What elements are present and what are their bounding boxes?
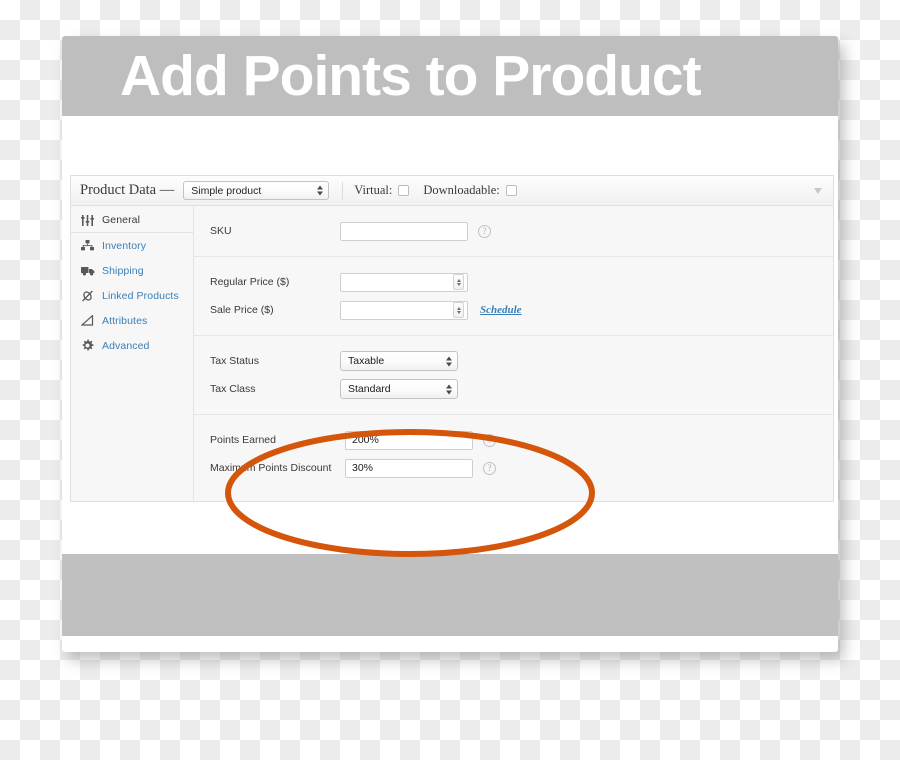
field-group-sku: SKU ? bbox=[194, 206, 833, 257]
spinner-icon[interactable] bbox=[453, 302, 464, 318]
sidebar-item-label: Shipping bbox=[102, 264, 144, 277]
product-data-panel-body: General Inventory Shipping Linked Produc… bbox=[71, 206, 833, 501]
tax-class-select[interactable]: Standard bbox=[340, 379, 458, 399]
sidebar-item-inventory[interactable]: Inventory bbox=[71, 233, 193, 258]
sliders-icon bbox=[80, 214, 95, 227]
triangle-ruler-icon bbox=[80, 314, 95, 327]
hierarchy-icon bbox=[80, 239, 95, 252]
virtual-checkbox[interactable] bbox=[398, 185, 410, 196]
sale-price-input[interactable] bbox=[340, 300, 468, 320]
sidebar-item-label: Inventory bbox=[102, 239, 147, 252]
sidebar-item-linked-products[interactable]: Linked Products bbox=[71, 283, 193, 308]
spinner-icon[interactable] bbox=[453, 274, 464, 290]
sidebar-item-general[interactable]: General bbox=[71, 208, 193, 233]
product-type-select[interactable]: Simple product bbox=[183, 181, 330, 200]
page-title: Add Points to Product bbox=[120, 43, 702, 108]
product-data-panel-header: Product Data — Simple product Virtual: D… bbox=[71, 176, 833, 206]
sidebar-item-label: General bbox=[102, 214, 141, 226]
tax-status-label: Tax Status bbox=[210, 355, 260, 367]
field-row-tax-class: Tax Class Standard bbox=[194, 375, 833, 403]
product-data-panel: Product Data — Simple product Virtual: D… bbox=[70, 175, 834, 502]
product-data-tabs: General Inventory Shipping Linked Produc… bbox=[71, 206, 194, 501]
sidebar-item-label: Linked Products bbox=[102, 289, 179, 302]
screenshot-card: Add Points to Product Product Data — Sim… bbox=[62, 36, 838, 652]
sku-input[interactable] bbox=[340, 221, 468, 241]
field-row-regular-price: Regular Price ($) bbox=[194, 268, 833, 296]
truck-icon bbox=[80, 264, 95, 277]
points-earned-input[interactable]: 200% bbox=[345, 430, 473, 450]
max-points-discount-input[interactable]: 30% bbox=[345, 458, 473, 478]
field-row-points-earned: Points Earned 200% ? bbox=[194, 426, 833, 454]
field-row-tax-status: Tax Status Taxable bbox=[194, 347, 833, 375]
select-stepper-icon bbox=[444, 354, 453, 369]
help-icon[interactable]: ? bbox=[483, 461, 496, 475]
max-points-discount-label: Maximum Points Discount bbox=[210, 462, 332, 474]
select-stepper-icon bbox=[444, 382, 453, 397]
title-banner: Add Points to Product bbox=[62, 36, 838, 116]
sku-label: SKU bbox=[210, 225, 232, 237]
gear-icon bbox=[80, 339, 95, 352]
sidebar-item-shipping[interactable]: Shipping bbox=[71, 258, 193, 283]
schedule-link[interactable]: Schedule bbox=[480, 304, 522, 316]
field-row-sku: SKU ? bbox=[194, 217, 833, 245]
sidebar-item-label: Attributes bbox=[102, 314, 148, 327]
chevron-down-icon[interactable] bbox=[814, 187, 823, 194]
tax-status-select[interactable]: Taxable bbox=[340, 351, 458, 371]
virtual-checkbox-group[interactable]: Virtual: bbox=[354, 183, 410, 198]
downloadable-checkbox-group[interactable]: Downloadable: bbox=[423, 183, 517, 198]
sidebar-item-label: Advanced bbox=[102, 339, 150, 352]
product-data-fields: SKU ? Regular Price ($) Sale Price ($) S… bbox=[194, 206, 833, 501]
downloadable-checkbox[interactable] bbox=[505, 185, 517, 196]
footer-band bbox=[62, 554, 838, 636]
help-icon[interactable]: ? bbox=[478, 224, 491, 238]
field-group-points: Points Earned 200% ? Maximum Points Disc… bbox=[194, 415, 833, 493]
field-row-max-points-discount: Maximum Points Discount 30% ? bbox=[194, 454, 833, 482]
link-icon bbox=[80, 289, 95, 302]
tax-class-value: Standard bbox=[348, 383, 391, 395]
regular-price-input[interactable] bbox=[340, 272, 468, 292]
header-divider bbox=[342, 181, 344, 200]
sidebar-item-attributes[interactable]: Attributes bbox=[71, 308, 193, 333]
field-row-sale-price: Sale Price ($) Schedule bbox=[194, 296, 833, 324]
sale-price-label: Sale Price ($) bbox=[210, 304, 274, 316]
sidebar-item-advanced[interactable]: Advanced bbox=[71, 333, 193, 358]
panel-title: Product Data — bbox=[80, 182, 175, 198]
points-earned-label: Points Earned bbox=[210, 434, 276, 446]
help-icon[interactable]: ? bbox=[483, 433, 496, 447]
tax-status-value: Taxable bbox=[348, 355, 385, 367]
field-group-tax: Tax Status Taxable Tax Class Standard bbox=[194, 336, 833, 415]
product-type-value: Simple product bbox=[191, 184, 262, 197]
virtual-label: Virtual: bbox=[354, 183, 393, 197]
tax-class-label: Tax Class bbox=[210, 383, 256, 395]
regular-price-label: Regular Price ($) bbox=[210, 276, 290, 288]
downloadable-label: Downloadable: bbox=[423, 183, 500, 197]
select-stepper-icon bbox=[315, 183, 324, 198]
field-group-pricing: Regular Price ($) Sale Price ($) Schedul… bbox=[194, 257, 833, 336]
